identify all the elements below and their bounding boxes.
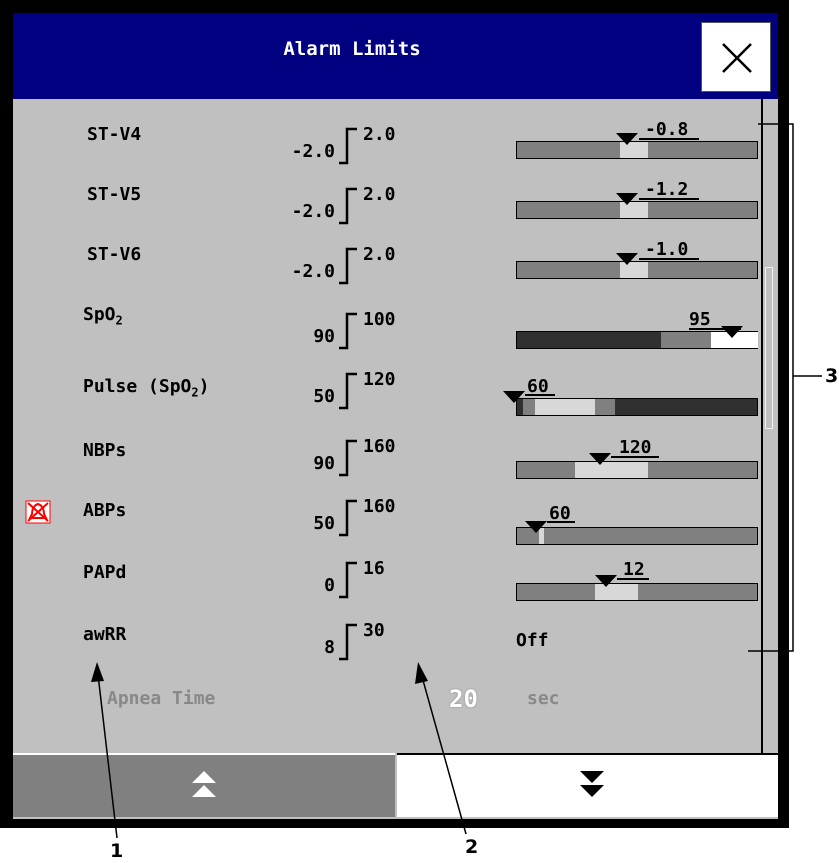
callout-3: 3 [825,365,839,387]
callout-2: 2 [465,836,479,858]
callout-lines [91,123,822,839]
callout-1: 1 [110,840,124,862]
